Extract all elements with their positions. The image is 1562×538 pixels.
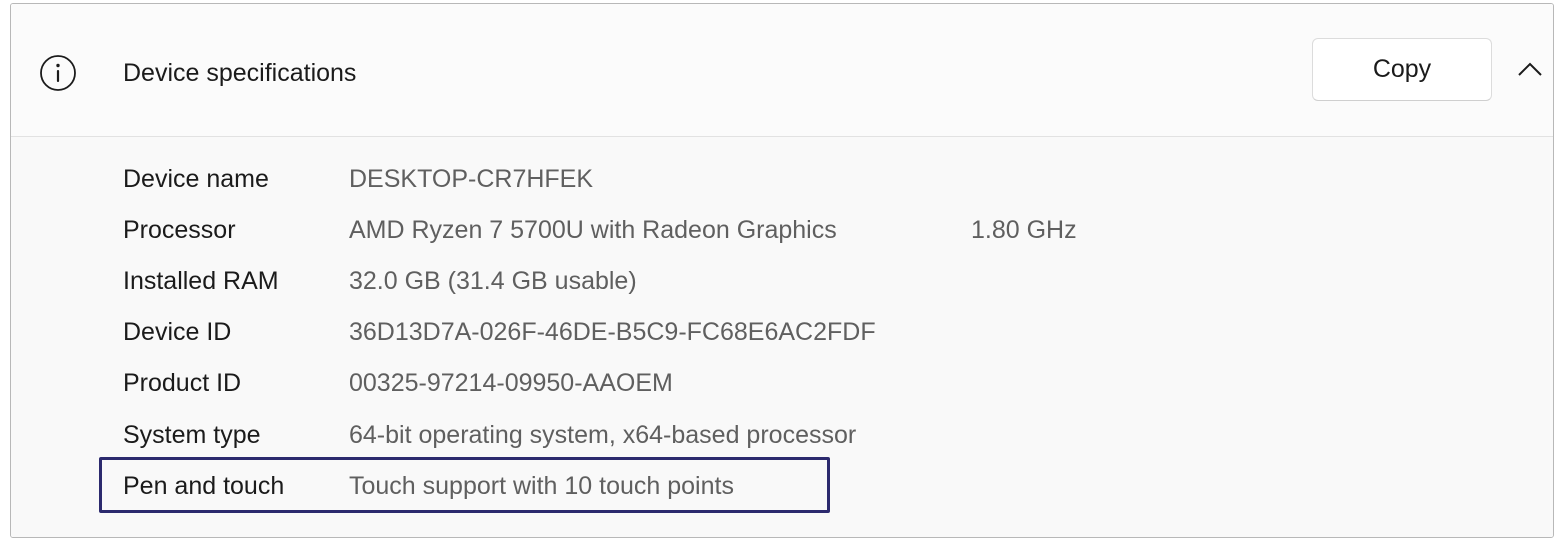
specifications-list: Device name DESKTOP-CR7HFEK Processor AM… bbox=[11, 137, 1553, 537]
spec-value: 00325-97214-09950-AAOEM bbox=[349, 369, 673, 397]
spec-row-product-id: Product ID 00325-97214-09950-AAOEM bbox=[11, 363, 1211, 403]
spec-row-device-id: Device ID 36D13D7A-026F-46DE-B5C9-FC68E6… bbox=[11, 312, 1211, 352]
processor-speed: 1.80 GHz bbox=[971, 216, 1077, 244]
spec-row-system-type: System type 64-bit operating system, x64… bbox=[11, 415, 1211, 455]
chevron-up-icon[interactable] bbox=[1517, 60, 1543, 78]
spec-value: DESKTOP-CR7HFEK bbox=[349, 165, 594, 193]
spec-label: Device ID bbox=[123, 318, 232, 346]
copy-button[interactable]: Copy bbox=[1312, 38, 1492, 101]
spec-row-installed-ram: Installed RAM 32.0 GB (31.4 GB usable) bbox=[11, 261, 1211, 301]
spec-label: Installed RAM bbox=[123, 267, 279, 295]
spec-value: 32.0 GB (31.4 GB usable) bbox=[349, 267, 637, 295]
spec-value: 36D13D7A-026F-46DE-B5C9-FC68E6AC2FDF bbox=[349, 318, 876, 346]
spec-label: System type bbox=[123, 421, 261, 449]
section-title: Device specifications bbox=[123, 59, 357, 87]
spec-value: 64-bit operating system, x64-based proce… bbox=[349, 421, 857, 449]
spec-value: Touch support with 10 touch points bbox=[349, 472, 734, 500]
device-specifications-panel: Device specifications Copy Device name D… bbox=[10, 3, 1554, 538]
spec-label: Product ID bbox=[123, 369, 242, 397]
spec-label: Processor bbox=[123, 216, 236, 244]
spec-row-pen-and-touch: Pen and touch Touch support with 10 touc… bbox=[11, 466, 1211, 506]
info-icon bbox=[40, 55, 76, 91]
spec-value: AMD Ryzen 7 5700U with Radeon Graphics bbox=[349, 216, 837, 244]
spec-row-device-name: Device name DESKTOP-CR7HFEK bbox=[11, 159, 1211, 199]
spec-row-processor: Processor AMD Ryzen 7 5700U with Radeon … bbox=[11, 210, 1211, 250]
spec-label: Pen and touch bbox=[123, 472, 285, 500]
spec-label: Device name bbox=[123, 165, 269, 193]
device-specifications-header[interactable]: Device specifications Copy bbox=[11, 4, 1553, 137]
